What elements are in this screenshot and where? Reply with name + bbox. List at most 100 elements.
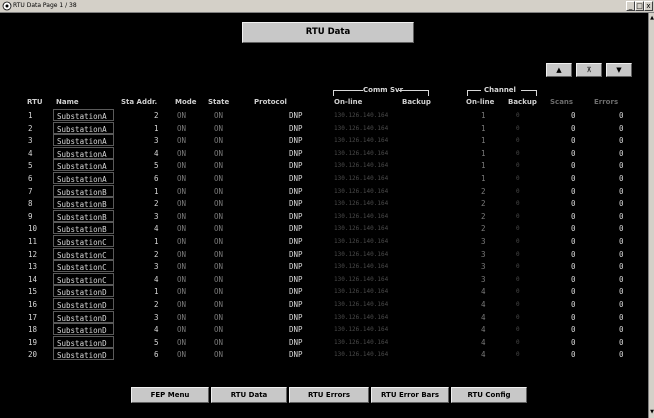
col-header-name[interactable]: Name	[56, 98, 79, 106]
table-row[interactable]: 17 3 ON ON DNP 130.126.140.164 4 0 0 0 SubstationD	[0, 310, 648, 324]
fep-menu-button[interactable]: FEP Menu	[131, 387, 209, 403]
cell-name-box[interactable]: SubstationB	[53, 184, 114, 197]
table-row[interactable]: 4 4 ON ON DNP 130.126.140.164 1 0 0 0 SubstationA	[0, 146, 648, 160]
cell-scans: 0	[571, 199, 576, 209]
cell-ch-online: 4	[481, 337, 486, 347]
cell-online-ip: 130.126.140.164	[334, 174, 389, 182]
col-header-errors[interactable]: Errors	[594, 98, 618, 106]
cell-rtu: 4	[28, 148, 33, 158]
cell-sta-addr: 3	[154, 262, 159, 272]
vertical-scrollbar[interactable]: ▲ ▼	[648, 13, 654, 418]
cell-name-box[interactable]: SubstationD	[53, 335, 114, 348]
cell-name-box[interactable]: SubstationA	[53, 121, 114, 134]
table-row[interactable]: 1 2 ON ON DNP 130.126.140.164 1 0 0 0 SubstationA	[0, 109, 648, 122]
rtu-data-button[interactable]: RTU Data	[211, 387, 287, 403]
window-title: RTU Data Page 1 / 38	[13, 2, 77, 9]
table-row[interactable]: 7 1 ON ON DNP 130.126.140.164 2 0 0 0 SubstationB	[0, 184, 648, 198]
cell-name-box[interactable]: SubstationD	[53, 297, 114, 310]
col-header-backup[interactable]: Backup	[402, 98, 431, 106]
col-header-rtu[interactable]: RTU	[27, 98, 43, 106]
cell-name-box[interactable]: SubstationA	[53, 134, 114, 147]
cell-protocol: DNP	[289, 262, 303, 272]
cell-rtu: 19	[28, 337, 38, 347]
paging-controls: ▲ ⊼ ▼	[546, 63, 632, 77]
table-row[interactable]: 12 2 ON ON DNP 130.126.140.164 3 0 0 0 SubstationC	[0, 247, 648, 261]
maximize-button[interactable]: □	[635, 1, 644, 11]
table-row[interactable]: 14 4 ON ON DNP 130.126.140.164 3 0 0 0 SubstationC	[0, 272, 648, 286]
cell-protocol: DNP	[289, 111, 303, 120]
cell-name-box[interactable]: SubstationC	[53, 260, 114, 273]
cell-name-box[interactable]: SubstationA	[53, 159, 114, 172]
cell-ch-backup: 0	[516, 174, 520, 182]
cell-state: ON	[214, 123, 224, 133]
cell-scans: 0	[571, 161, 576, 171]
cell-name-box[interactable]: SubstationB	[53, 197, 114, 210]
cell-errors: 0	[619, 249, 624, 259]
scroll-up-arrow-icon[interactable]: ▲	[649, 15, 654, 22]
col-header-state[interactable]: State	[208, 98, 229, 106]
table-row[interactable]: 16 2 ON ON DNP 130.126.140.164 4 0 0 0 SubstationD	[0, 297, 648, 311]
cell-name-box[interactable]: SubstationD	[53, 348, 114, 361]
page-up-button[interactable]: ▲	[546, 63, 572, 77]
cell-name-box[interactable]: SubstationA	[53, 146, 114, 159]
table-row[interactable]: 15 1 ON ON DNP 130.126.140.164 4 0 0 0 SubstationD	[0, 285, 648, 298]
cell-name-box[interactable]: SubstationD	[53, 323, 114, 336]
table-row[interactable]: 10 4 ON ON DNP 130.126.140.164 2 0 0 0 SubstationB	[0, 222, 648, 235]
close-button[interactable]: x	[644, 1, 653, 11]
cell-state: ON	[214, 224, 224, 234]
cell-rtu: 11	[28, 236, 38, 246]
cell-name-box[interactable]: SubstationD	[53, 285, 114, 298]
table-row[interactable]: 3 3 ON ON DNP 130.126.140.164 1 0 0 0 SubstationA	[0, 134, 648, 147]
cell-name-box[interactable]: SubstationB	[53, 209, 114, 222]
cell-name-box[interactable]: SubstationA	[53, 171, 114, 184]
rtu-config-button[interactable]: RTU Config	[451, 387, 527, 403]
scroll-down-arrow-icon[interactable]: ▼	[649, 409, 654, 416]
cell-online-ip: 130.126.140.164	[334, 326, 389, 334]
table-row[interactable]: 6 6 ON ON DNP 130.126.140.164 1 0 0 0 SubstationA	[0, 171, 648, 185]
cell-name-box[interactable]: SubstationC	[53, 234, 114, 247]
cell-mode: ON	[177, 274, 187, 284]
cell-sta-addr: 2	[154, 199, 159, 209]
table-row[interactable]: 11 1 ON ON DNP 130.126.140.164 3 0 0 0 SubstationC	[0, 234, 648, 248]
page-title-button[interactable]: RTU Data	[242, 22, 414, 43]
cell-name-box[interactable]: SubstationC	[53, 247, 114, 260]
rtu-errors-button[interactable]: RTU Errors	[289, 387, 369, 403]
cell-scans: 0	[571, 173, 576, 183]
cell-state: ON	[214, 299, 224, 309]
cell-sta-addr: 3	[154, 136, 159, 146]
app-icon	[2, 1, 12, 11]
table-row[interactable]: 2 1 ON ON DNP 130.126.140.164 1 0 0 0 SubstationA	[0, 121, 648, 135]
cell-online-ip: 130.126.140.164	[334, 200, 389, 208]
table-row[interactable]: 18 4 ON ON DNP 130.126.140.164 4 0 0 0 SubstationD	[0, 323, 648, 336]
cell-name-box[interactable]: SubstationC	[53, 272, 114, 285]
table-row[interactable]: 20 6 ON ON DNP 130.126.140.164 4 0 0 0 SubstationD	[0, 348, 648, 361]
table-row[interactable]: 8 2 ON ON DNP 130.126.140.164 2 0 0 0 SubstationB	[0, 197, 648, 210]
cell-name-box[interactable]: SubstationB	[53, 222, 114, 235]
cell-mode: ON	[177, 236, 187, 246]
cell-sta-addr: 1	[154, 236, 159, 246]
table-row[interactable]: 19 5 ON ON DNP 130.126.140.164 4 0 0 0 SubstationD	[0, 335, 648, 349]
col-header-sta-addr[interactable]: Sta Addr.	[121, 98, 157, 106]
page-down-button[interactable]: ▼	[606, 63, 632, 77]
cell-ch-online: 4	[481, 312, 486, 322]
rtu-error-bars-button[interactable]: RTU Error Bars	[371, 387, 449, 403]
cell-errors: 0	[619, 148, 624, 158]
page-top-button[interactable]: ⊼	[576, 63, 602, 77]
cell-scans: 0	[571, 337, 576, 347]
table-row[interactable]: 9 3 ON ON DNP 130.126.140.164 2 0 0 0 SubstationB	[0, 209, 648, 223]
minimize-button[interactable]: _	[626, 1, 635, 11]
col-header-protocol[interactable]: Protocol	[254, 98, 287, 106]
cell-errors: 0	[619, 161, 624, 171]
table-row[interactable]: 5 5 ON ON DNP 130.126.140.164 1 0 0 0 SubstationA	[0, 159, 648, 172]
cell-name-box[interactable]: SubstationA	[53, 109, 114, 121]
cell-mode: ON	[177, 161, 187, 171]
cell-ch-online: 4	[481, 287, 486, 297]
cell-name-box[interactable]: SubstationD	[53, 310, 114, 323]
cell-protocol: DNP	[289, 173, 303, 183]
col-header-ch-online[interactable]: On-line	[466, 98, 494, 106]
col-header-mode[interactable]: Mode	[175, 98, 197, 106]
col-header-online[interactable]: On-line	[334, 98, 362, 106]
table-row[interactable]: 13 3 ON ON DNP 130.126.140.164 3 0 0 0 SubstationC	[0, 260, 648, 273]
col-header-ch-backup[interactable]: Backup	[508, 98, 537, 106]
col-header-scans[interactable]: Scans	[550, 98, 573, 106]
